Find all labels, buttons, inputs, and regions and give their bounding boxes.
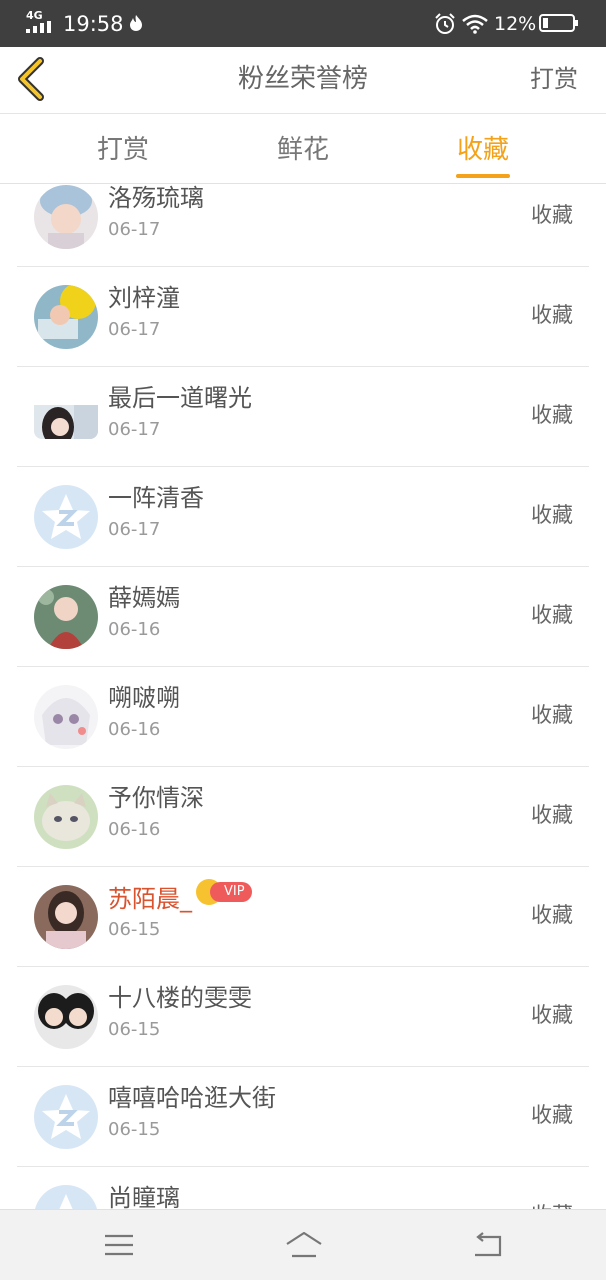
user-name: 十八楼的雯雯 bbox=[108, 984, 252, 1012]
tab-bar: 打赏 鲜花 收藏 bbox=[0, 114, 606, 184]
battery-percent: 12% bbox=[494, 13, 537, 35]
avatar bbox=[34, 885, 98, 949]
avatar bbox=[34, 185, 98, 249]
list-item[interactable]: 洛殇琉璃 06-17 收藏 bbox=[17, 184, 589, 267]
action-label: 收藏 bbox=[531, 1003, 573, 1027]
vip-badge: VIP bbox=[196, 879, 252, 905]
date: 06-15 bbox=[108, 919, 161, 940]
alarm-icon bbox=[435, 13, 455, 34]
avatar bbox=[34, 485, 98, 549]
date: 06-17 bbox=[108, 419, 161, 440]
user-name: 薛嫣嫣 bbox=[108, 584, 180, 612]
reward-button[interactable]: 打赏 bbox=[530, 61, 578, 97]
flame-icon bbox=[130, 15, 142, 31]
avatar bbox=[34, 685, 98, 749]
avatar bbox=[34, 985, 98, 1049]
avatar bbox=[34, 1085, 98, 1149]
user-name: 洛殇琉璃 bbox=[108, 184, 204, 212]
action-label: 收藏 bbox=[531, 503, 573, 527]
date: 06-15 bbox=[108, 1119, 161, 1140]
active-tab-indicator bbox=[456, 174, 510, 178]
action-label: 收藏 bbox=[531, 803, 573, 827]
user-name: 一阵清香 bbox=[108, 484, 204, 512]
user-name: 予你情深 bbox=[108, 784, 204, 812]
fan-list: 洛殇琉璃 06-17 收藏 刘梓潼 06-17 收藏 最后一道曙光 06-17 … bbox=[0, 184, 606, 1209]
date: 06-15 bbox=[108, 1019, 161, 1040]
avatar bbox=[34, 285, 98, 349]
list-item[interactable]: 予你情深 06-16 收藏 bbox=[17, 767, 589, 867]
user-name-text: 苏陌晨_ bbox=[108, 885, 192, 913]
tab-reward[interactable]: 打赏 bbox=[97, 132, 149, 168]
avatar bbox=[34, 1185, 98, 1209]
back-icon[interactable] bbox=[470, 1230, 504, 1260]
date: 06-16 bbox=[108, 619, 161, 640]
system-navbar bbox=[0, 1209, 606, 1280]
user-name: 嗍啵嗍 bbox=[108, 684, 180, 712]
date: 06-17 bbox=[108, 319, 161, 340]
user-name: 嘻嘻哈哈逛大街 bbox=[108, 1084, 276, 1112]
list-item[interactable]: 一阵清香 06-17 收藏 bbox=[17, 467, 589, 567]
list-item[interactable]: 尚瞳璃 收藏 bbox=[17, 1167, 589, 1209]
action-label: 收藏 bbox=[531, 303, 573, 327]
date: 06-17 bbox=[108, 519, 161, 540]
user-name: 刘梓潼 bbox=[108, 284, 180, 312]
list-item[interactable]: 嗍啵嗍 06-16 收藏 bbox=[17, 667, 589, 767]
action-label: 收藏 bbox=[531, 203, 573, 227]
date: 06-17 bbox=[108, 219, 161, 240]
page-title: 粉丝荣誉榜 bbox=[237, 64, 368, 94]
list-item[interactable]: 最后一道曙光 06-17 收藏 bbox=[17, 367, 589, 467]
home-icon[interactable] bbox=[284, 1230, 324, 1260]
user-name: 苏陌晨_ VIP bbox=[108, 879, 252, 916]
avatar bbox=[34, 785, 98, 849]
menu-icon[interactable] bbox=[102, 1230, 136, 1260]
user-name: 最后一道曙光 bbox=[108, 384, 252, 412]
wifi-icon bbox=[462, 14, 488, 34]
action-label: 收藏 bbox=[531, 1200, 573, 1209]
clock: 19:58 bbox=[63, 12, 124, 36]
avatar bbox=[34, 585, 98, 649]
list-item[interactable]: 十八楼的雯雯 06-15 收藏 bbox=[17, 967, 589, 1067]
avatar bbox=[34, 395, 98, 439]
list-item[interactable]: 薛嫣嫣 06-16 收藏 bbox=[17, 567, 589, 667]
action-label: 收藏 bbox=[531, 603, 573, 627]
list-item[interactable]: 刘梓潼 06-17 收藏 bbox=[17, 267, 589, 367]
signal-icon bbox=[26, 21, 51, 33]
list-item[interactable]: 嘻嘻哈哈逛大街 06-15 收藏 bbox=[17, 1067, 589, 1167]
list-item[interactable]: 苏陌晨_ VIP 06-15 收藏 bbox=[17, 867, 589, 967]
vip-label: VIP bbox=[210, 882, 252, 902]
status-bar: 4G 19:58 12% bbox=[0, 0, 606, 47]
date: 06-16 bbox=[108, 719, 161, 740]
action-label: 收藏 bbox=[531, 1103, 573, 1127]
tab-favorites[interactable]: 收藏 bbox=[457, 132, 509, 168]
action-label: 收藏 bbox=[531, 903, 573, 927]
network-type: 4G bbox=[26, 9, 43, 22]
tab-flowers[interactable]: 鲜花 bbox=[277, 132, 329, 168]
action-label: 收藏 bbox=[531, 403, 573, 427]
action-label: 收藏 bbox=[531, 703, 573, 727]
header: 粉丝荣誉榜 打赏 bbox=[0, 47, 606, 114]
battery-icon bbox=[539, 14, 578, 32]
user-name: 尚瞳璃 bbox=[108, 1184, 180, 1209]
date: 06-16 bbox=[108, 819, 161, 840]
